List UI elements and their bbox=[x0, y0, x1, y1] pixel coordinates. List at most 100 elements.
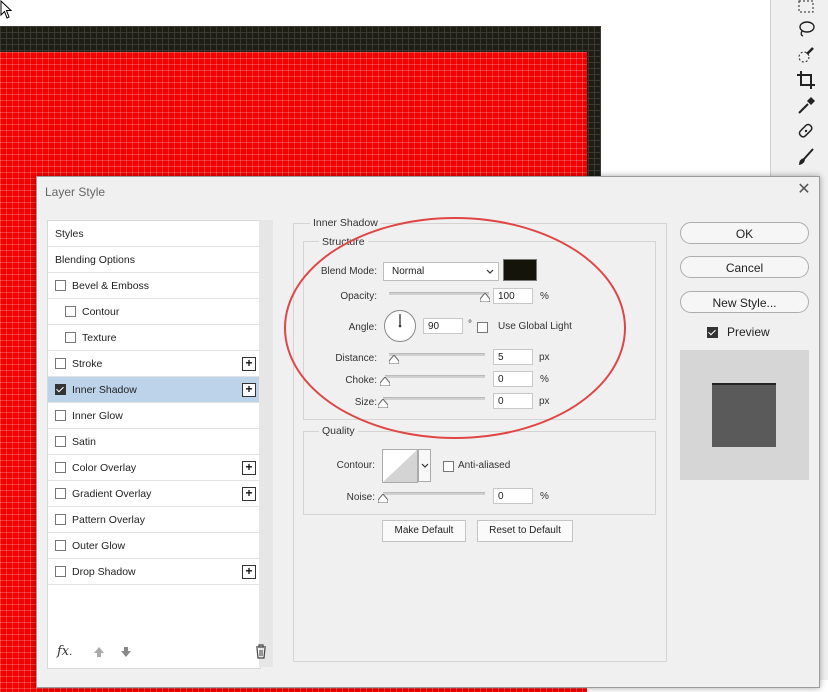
use-global-light-label: Use Global Light bbox=[498, 321, 572, 332]
lasso-icon[interactable] bbox=[793, 18, 819, 40]
use-global-light-checkbox[interactable] bbox=[477, 322, 488, 333]
style-list-item[interactable]: Inner Shadow + bbox=[48, 377, 260, 403]
style-list-item[interactable]: Satin bbox=[48, 429, 260, 455]
angle-label: Angle: bbox=[348, 322, 377, 333]
style-checkbox[interactable] bbox=[55, 540, 66, 551]
style-checkbox[interactable] bbox=[55, 462, 66, 473]
angle-dial-icon[interactable] bbox=[383, 309, 417, 343]
chevron-down-icon bbox=[486, 269, 494, 274]
preview-box bbox=[680, 350, 809, 480]
noise-slider[interactable] bbox=[383, 492, 485, 495]
style-list-item[interactable]: Inner Glow bbox=[48, 403, 260, 429]
blend-mode-label: Blend Mode: bbox=[320, 266, 377, 277]
style-list-item[interactable]: Texture bbox=[48, 325, 260, 351]
style-list-label: Texture bbox=[82, 331, 117, 344]
quick-selection-icon[interactable] bbox=[793, 44, 819, 66]
style-list-item[interactable]: Color Overlay + bbox=[48, 455, 260, 481]
distance-slider-thumb[interactable] bbox=[388, 355, 399, 364]
opacity-label: Opacity: bbox=[340, 291, 377, 302]
style-list-label: Gradient Overlay bbox=[72, 487, 152, 500]
size-slider[interactable] bbox=[383, 397, 485, 400]
style-list-item[interactable]: Blending Options bbox=[48, 247, 260, 273]
eyedropper-icon[interactable] bbox=[793, 95, 819, 117]
style-list-item[interactable]: Stroke + bbox=[48, 351, 260, 377]
add-effect-icon[interactable]: + bbox=[242, 460, 256, 475]
style-list-item[interactable]: Pattern Overlay bbox=[48, 507, 260, 533]
add-effect-icon[interactable]: + bbox=[242, 382, 256, 397]
choke-input[interactable]: 0 bbox=[493, 371, 533, 387]
style-list-label: Bevel & Emboss bbox=[72, 279, 150, 292]
style-list-label: Blending Options bbox=[55, 253, 135, 266]
choke-slider[interactable] bbox=[385, 375, 485, 378]
reset-to-default-button[interactable]: Reset to Default bbox=[477, 520, 573, 542]
style-checkbox[interactable] bbox=[55, 384, 66, 395]
add-effect-icon[interactable]: + bbox=[242, 564, 256, 579]
style-list-item[interactable]: Bevel & Emboss bbox=[48, 273, 260, 299]
add-effect-icon[interactable]: + bbox=[242, 486, 256, 501]
style-checkbox[interactable] bbox=[65, 332, 76, 343]
anti-aliased-checkbox[interactable] bbox=[443, 461, 454, 472]
style-checkbox[interactable] bbox=[55, 436, 66, 447]
angle-input[interactable]: 90 bbox=[423, 318, 463, 334]
style-list-item[interactable]: Styles bbox=[48, 221, 260, 247]
style-list-label: Pattern Overlay bbox=[72, 513, 145, 526]
distance-label: Distance: bbox=[335, 353, 377, 364]
distance-input[interactable]: 5 bbox=[493, 349, 533, 365]
fx-label: fx bbox=[57, 644, 70, 659]
style-list-label: Inner Glow bbox=[72, 409, 123, 422]
ok-button[interactable]: OK bbox=[680, 222, 809, 244]
blend-mode-select[interactable]: Normal bbox=[383, 262, 499, 281]
inner-shadow-title: Inner Shadow bbox=[310, 217, 381, 229]
opacity-input[interactable]: 100 bbox=[493, 288, 533, 304]
dialog-title: Layer Style bbox=[45, 185, 106, 199]
healing-brush-icon[interactable] bbox=[793, 120, 819, 142]
new-style-button[interactable]: New Style... bbox=[680, 291, 809, 313]
size-input[interactable]: 0 bbox=[493, 393, 533, 409]
contour-picker[interactable] bbox=[382, 449, 432, 483]
structure-legend: Structure bbox=[319, 236, 368, 248]
contour-preview-icon bbox=[382, 449, 418, 483]
move-down-icon[interactable] bbox=[120, 646, 132, 658]
marquee-icon[interactable] bbox=[793, 0, 819, 18]
contour-dropdown[interactable] bbox=[418, 449, 431, 482]
blend-mode-value: Normal bbox=[392, 266, 425, 277]
opacity-slider-thumb[interactable] bbox=[480, 293, 490, 302]
opacity-unit: % bbox=[540, 291, 549, 302]
style-checkbox[interactable] bbox=[55, 488, 66, 499]
crop-icon[interactable] bbox=[793, 69, 819, 91]
cancel-button[interactable]: Cancel bbox=[680, 256, 809, 278]
quality-legend: Quality bbox=[319, 425, 358, 437]
style-checkbox[interactable] bbox=[55, 410, 66, 421]
style-list-item[interactable]: Gradient Overlay + bbox=[48, 481, 260, 507]
choke-slider-thumb[interactable] bbox=[380, 377, 390, 386]
style-checkbox[interactable] bbox=[65, 306, 76, 317]
trash-icon[interactable] bbox=[254, 644, 268, 659]
style-list-label: Drop Shadow bbox=[72, 565, 136, 578]
fx-menu-button[interactable]: fx. bbox=[57, 644, 72, 659]
size-label: Size: bbox=[354, 397, 377, 408]
style-list-item[interactable]: Outer Glow bbox=[48, 533, 260, 559]
add-effect-icon[interactable]: + bbox=[242, 356, 256, 371]
style-checkbox[interactable] bbox=[55, 280, 66, 291]
noise-slider-thumb[interactable] bbox=[378, 494, 388, 503]
preview-label: Preview bbox=[727, 325, 770, 339]
style-list-label: Styles bbox=[55, 227, 84, 240]
distance-slider[interactable] bbox=[389, 353, 485, 356]
close-icon[interactable]: ✕ bbox=[797, 182, 811, 198]
brush-icon[interactable] bbox=[793, 146, 819, 168]
style-checkbox[interactable] bbox=[55, 358, 66, 369]
opacity-slider[interactable] bbox=[389, 292, 489, 295]
styles-list-scrollbar[interactable] bbox=[259, 220, 273, 667]
make-default-button[interactable]: Make Default bbox=[382, 520, 466, 542]
style-list-item[interactable]: Drop Shadow + bbox=[48, 559, 260, 585]
style-checkbox[interactable] bbox=[55, 566, 66, 577]
style-checkbox[interactable] bbox=[55, 514, 66, 525]
preview-checkbox[interactable] bbox=[707, 327, 718, 338]
noise-input[interactable]: 0 bbox=[493, 488, 533, 504]
size-slider-thumb[interactable] bbox=[378, 399, 388, 408]
shadow-color-swatch[interactable] bbox=[503, 259, 537, 281]
choke-unit: % bbox=[540, 374, 549, 385]
move-up-icon[interactable] bbox=[93, 646, 105, 658]
style-list-label: Inner Shadow bbox=[72, 383, 137, 396]
style-list-item[interactable]: Contour bbox=[48, 299, 260, 325]
